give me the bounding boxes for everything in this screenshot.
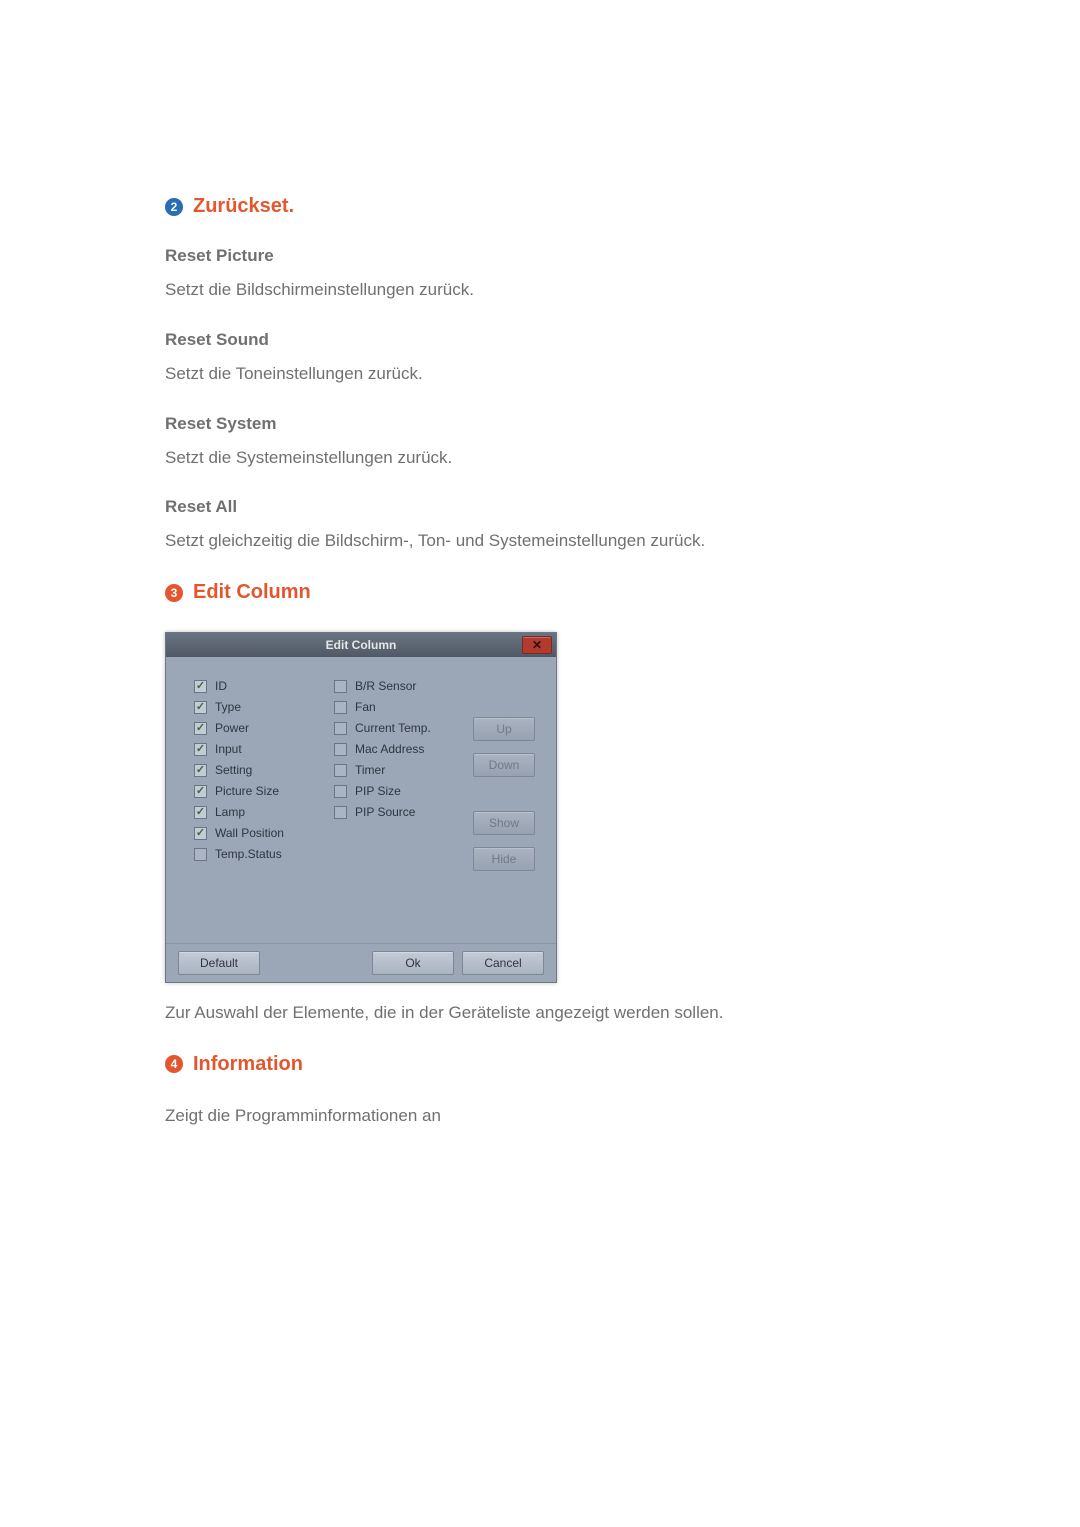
column-list-left: ID Type Power Input bbox=[180, 679, 334, 929]
column-label: Lamp bbox=[215, 805, 245, 819]
section3-caption: Zur Auswahl der Elemente, die in der Ger… bbox=[165, 1001, 920, 1025]
checkbox-icon[interactable] bbox=[194, 806, 207, 819]
dialog-titlebar: Edit Column ✕ bbox=[166, 633, 556, 657]
section2-title: Zurückset. bbox=[193, 195, 294, 218]
column-label: Type bbox=[215, 700, 241, 714]
content: 2 Zurückset. Reset Picture Setzt die Bil… bbox=[0, 0, 1080, 1128]
column-row[interactable]: ID bbox=[194, 679, 334, 693]
reset-all-title: Reset All bbox=[165, 497, 920, 517]
page: 2 Zurückset. Reset Picture Setzt die Bil… bbox=[0, 0, 1080, 1527]
column-list-mid: B/R Sensor Fan Current Temp. Mac Address bbox=[334, 679, 466, 929]
badge-2: 2 bbox=[165, 198, 183, 216]
checkbox-icon[interactable] bbox=[334, 785, 347, 798]
up-button[interactable]: Up bbox=[473, 717, 535, 741]
dialog-title: Edit Column bbox=[326, 638, 397, 652]
column-label: Current Temp. bbox=[355, 721, 431, 735]
section4-desc: Zeigt die Programminformationen an bbox=[165, 1104, 920, 1128]
dialog-body: ID Type Power Input bbox=[166, 657, 556, 943]
column-label: Temp.Status bbox=[215, 847, 282, 861]
column-row[interactable]: Type bbox=[194, 700, 334, 714]
reset-system-title: Reset System bbox=[165, 414, 920, 434]
dialog-side-buttons: Up Down Show Hide bbox=[466, 679, 542, 929]
hide-button[interactable]: Hide bbox=[473, 847, 535, 871]
column-label: Timer bbox=[355, 763, 385, 777]
dialog-footer: Default Ok Cancel bbox=[166, 943, 556, 982]
column-label: Power bbox=[215, 721, 249, 735]
column-label: B/R Sensor bbox=[355, 679, 416, 693]
show-button[interactable]: Show bbox=[473, 811, 535, 835]
column-label: PIP Source bbox=[355, 805, 415, 819]
reset-picture-title: Reset Picture bbox=[165, 246, 920, 266]
column-row[interactable]: Input bbox=[194, 742, 334, 756]
column-label: Input bbox=[215, 742, 242, 756]
column-label: ID bbox=[215, 679, 227, 693]
reset-picture-desc: Setzt die Bildschirmeinstellungen zurück… bbox=[165, 278, 920, 302]
column-label: Picture Size bbox=[215, 784, 279, 798]
column-row[interactable]: Temp.Status bbox=[194, 847, 334, 861]
default-button[interactable]: Default bbox=[178, 951, 260, 975]
down-button[interactable]: Down bbox=[473, 753, 535, 777]
column-row[interactable]: PIP Source bbox=[334, 805, 466, 819]
column-row[interactable]: Wall Position bbox=[194, 826, 334, 840]
column-row[interactable]: Lamp bbox=[194, 805, 334, 819]
edit-column-dialog: Edit Column ✕ ID Type bbox=[165, 632, 557, 983]
column-label: Wall Position bbox=[215, 826, 284, 840]
column-row[interactable]: Mac Address bbox=[334, 742, 466, 756]
column-label: Mac Address bbox=[355, 742, 424, 756]
column-row[interactable]: Power bbox=[194, 721, 334, 735]
close-icon: ✕ bbox=[532, 638, 542, 652]
section3-title: Edit Column bbox=[193, 581, 311, 604]
badge-4: 4 bbox=[165, 1055, 183, 1073]
dialog-close-button[interactable]: ✕ bbox=[522, 636, 552, 654]
checkbox-icon[interactable] bbox=[194, 785, 207, 798]
reset-sound-desc: Setzt die Toneinstellungen zurück. bbox=[165, 362, 920, 386]
checkbox-icon[interactable] bbox=[194, 680, 207, 693]
column-row[interactable]: B/R Sensor bbox=[334, 679, 466, 693]
column-row[interactable]: PIP Size bbox=[334, 784, 466, 798]
column-label: Setting bbox=[215, 763, 252, 777]
section4-heading: 4 Information bbox=[165, 1053, 920, 1076]
checkbox-icon[interactable] bbox=[334, 701, 347, 714]
checkbox-icon[interactable] bbox=[194, 848, 207, 861]
cancel-button[interactable]: Cancel bbox=[462, 951, 544, 975]
checkbox-icon[interactable] bbox=[334, 722, 347, 735]
checkbox-icon[interactable] bbox=[194, 743, 207, 756]
checkbox-icon[interactable] bbox=[334, 764, 347, 777]
column-row[interactable]: Setting bbox=[194, 763, 334, 777]
checkbox-icon[interactable] bbox=[194, 764, 207, 777]
column-row[interactable]: Fan bbox=[334, 700, 466, 714]
ok-button[interactable]: Ok bbox=[372, 951, 454, 975]
column-label: PIP Size bbox=[355, 784, 401, 798]
section2-heading: 2 Zurückset. bbox=[165, 195, 920, 218]
reset-sound-title: Reset Sound bbox=[165, 330, 920, 350]
reset-all-desc: Setzt gleichzeitig die Bildschirm-, Ton-… bbox=[165, 529, 920, 553]
column-row[interactable]: Current Temp. bbox=[334, 721, 466, 735]
badge-3: 3 bbox=[165, 584, 183, 602]
checkbox-icon[interactable] bbox=[194, 722, 207, 735]
checkbox-icon[interactable] bbox=[194, 827, 207, 840]
checkbox-icon[interactable] bbox=[194, 701, 207, 714]
checkbox-icon[interactable] bbox=[334, 806, 347, 819]
checkbox-icon[interactable] bbox=[334, 743, 347, 756]
column-row[interactable]: Timer bbox=[334, 763, 466, 777]
column-row[interactable]: Picture Size bbox=[194, 784, 334, 798]
section4-title: Information bbox=[193, 1053, 303, 1076]
column-label: Fan bbox=[355, 700, 376, 714]
reset-system-desc: Setzt die Systemeinstellungen zurück. bbox=[165, 446, 920, 470]
section3-heading: 3 Edit Column bbox=[165, 581, 920, 604]
checkbox-icon[interactable] bbox=[334, 680, 347, 693]
